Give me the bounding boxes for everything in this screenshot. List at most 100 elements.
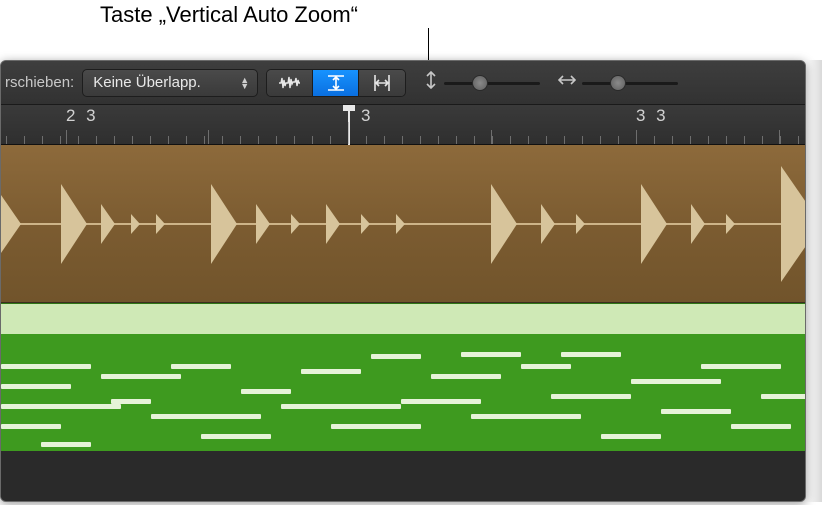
midi-note[interactable] — [601, 434, 661, 439]
waveform-icon — [278, 75, 302, 91]
tracks-editor-window: rschieben: Keine Überlapp. ▲▼ — [0, 60, 806, 502]
midi-note[interactable] — [331, 424, 421, 429]
midi-note[interactable] — [1, 424, 61, 429]
midi-note[interactable] — [301, 369, 361, 374]
timeline-ruler[interactable]: 2 333 3 — [1, 105, 805, 145]
overlap-mode-popup[interactable]: Keine Überlapp. ▲▼ — [82, 69, 258, 97]
vertical-zoom-icon — [424, 71, 438, 94]
audio-region[interactable] — [1, 145, 805, 303]
midi-light-band — [1, 304, 805, 334]
waveform-view-button[interactable] — [267, 70, 313, 96]
audio-transient — [61, 184, 87, 264]
midi-region[interactable] — [1, 303, 805, 451]
midi-note[interactable] — [41, 442, 91, 447]
ruler-tick — [384, 136, 385, 144]
audio-transient — [326, 204, 340, 244]
callout-label: Taste „Vertical Auto Zoom“ — [100, 2, 358, 28]
midi-note[interactable] — [461, 352, 521, 357]
midi-note[interactable] — [631, 379, 721, 384]
ruler-label: 3 3 — [636, 106, 669, 126]
ruler-tick — [636, 130, 637, 144]
ruler-tick — [222, 136, 223, 144]
move-label: rschieben: — [5, 74, 74, 91]
midi-note[interactable] — [371, 354, 421, 359]
ruler-tick — [186, 136, 187, 144]
midi-note[interactable] — [471, 414, 581, 419]
ruler-tick — [744, 136, 745, 144]
vertical-zoom-group — [424, 71, 540, 94]
ruler-tick — [528, 136, 529, 144]
ruler-tick — [132, 136, 133, 144]
midi-note[interactable] — [1, 364, 91, 369]
midi-note[interactable] — [281, 404, 401, 409]
midi-note[interactable] — [731, 424, 791, 429]
ruler-tick — [96, 136, 97, 144]
ruler-tick — [600, 136, 601, 144]
ruler-tick — [564, 136, 565, 144]
ruler-tick — [204, 136, 205, 144]
midi-note[interactable] — [401, 399, 481, 404]
ruler-tick — [726, 136, 727, 144]
audio-transient — [576, 214, 585, 234]
ruler-label: 2 3 — [66, 106, 99, 126]
horizontal-zoom-group — [558, 73, 678, 92]
audio-transient — [211, 184, 237, 264]
midi-note[interactable] — [701, 364, 781, 369]
callout-leader-line — [428, 28, 429, 60]
ruler-tick — [456, 136, 457, 144]
ruler-tick — [366, 136, 367, 144]
slider-thumb[interactable] — [610, 75, 626, 91]
ruler-tick — [708, 136, 709, 144]
midi-note[interactable] — [1, 384, 71, 389]
midi-note[interactable] — [1, 404, 121, 409]
audio-transient — [1, 166, 21, 282]
ruler-tick — [294, 136, 295, 144]
ruler-tick — [546, 136, 547, 144]
midi-note[interactable] — [111, 399, 151, 404]
midi-note[interactable] — [561, 352, 621, 357]
midi-note[interactable] — [101, 374, 181, 379]
ruler-tick — [762, 136, 763, 144]
audio-transient — [156, 214, 165, 234]
audio-transient — [541, 204, 555, 244]
slider-thumb[interactable] — [472, 75, 488, 91]
audio-transient — [361, 214, 370, 234]
ruler-tick — [474, 136, 475, 144]
horizontal-zoom-slider[interactable] — [582, 74, 678, 92]
ruler-tick — [798, 136, 799, 144]
overlap-mode-value: Keine Überlapp. — [93, 74, 201, 91]
ruler-tick — [779, 130, 780, 144]
ruler-tick — [276, 136, 277, 144]
tracks-area — [1, 145, 805, 501]
midi-note[interactable] — [551, 394, 631, 399]
audio-transient — [691, 204, 705, 244]
ruler-tick — [690, 136, 691, 144]
ruler-tick — [114, 136, 115, 144]
midi-note[interactable] — [151, 414, 261, 419]
midi-note[interactable] — [171, 364, 231, 369]
audio-transient — [491, 184, 517, 264]
ruler-tick — [491, 130, 492, 144]
slider-track — [444, 82, 540, 85]
horizontal-auto-zoom-button[interactable] — [359, 70, 405, 96]
ruler-tick — [258, 136, 259, 144]
midi-note[interactable] — [761, 394, 805, 399]
vertical-auto-zoom-button[interactable] — [313, 70, 359, 96]
window-edge-shadow — [806, 60, 822, 502]
popup-arrows-icon: ▲▼ — [240, 77, 249, 89]
midi-note[interactable] — [431, 374, 501, 379]
midi-note[interactable] — [521, 364, 571, 369]
midi-note[interactable] — [201, 434, 271, 439]
ruler-tick — [240, 136, 241, 144]
ruler-tick — [78, 136, 79, 144]
midi-note[interactable] — [241, 389, 291, 394]
ruler-tick — [492, 136, 493, 144]
ruler-tick — [42, 136, 43, 144]
ruler-tick — [6, 136, 7, 144]
ruler-tick — [510, 136, 511, 144]
ruler-tick — [780, 136, 781, 144]
audio-transient — [726, 214, 735, 234]
midi-note[interactable] — [661, 409, 731, 414]
vertical-zoom-slider[interactable] — [444, 74, 540, 92]
vertical-auto-zoom-icon — [326, 73, 346, 93]
